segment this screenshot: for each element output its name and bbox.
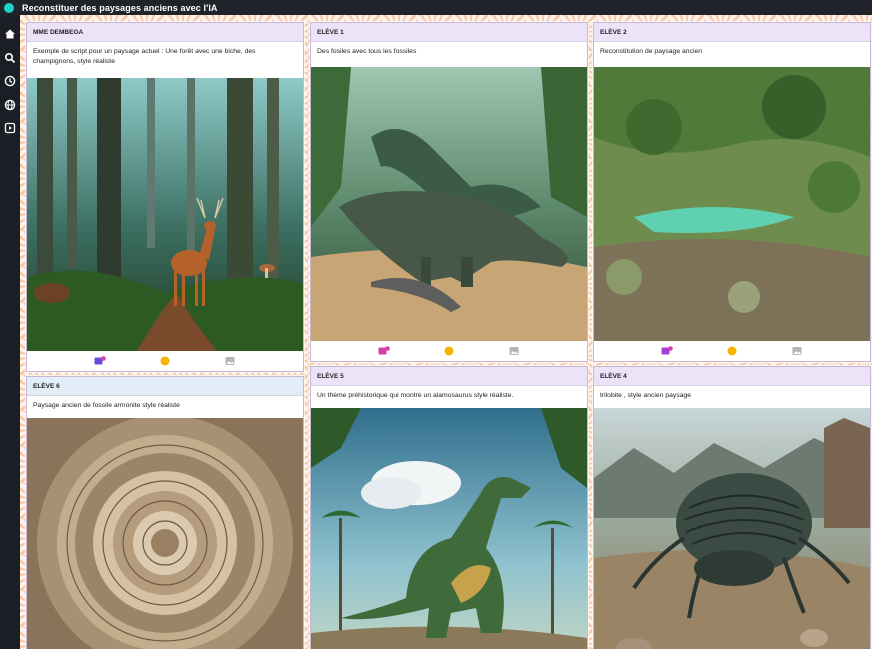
padlet-logo-icon[interactable] <box>4 2 14 13</box>
post-image-ammonite-fossil[interactable] <box>27 418 303 649</box>
top-bar: Reconstituer des paysages anciens avec l… <box>0 0 872 15</box>
play-icon[interactable] <box>4 122 16 134</box>
post-author: ELÈVE 4 <box>594 367 870 386</box>
comment-badge-icon[interactable] <box>94 356 106 366</box>
post-image-dinosaurs[interactable] <box>311 67 587 341</box>
post-text: Reconstitution de paysage ancien <box>600 48 703 55</box>
reaction-icon[interactable] <box>159 356 171 366</box>
post-image-trilobite[interactable] <box>594 408 870 649</box>
post-card[interactable]: ELÈVE 6 Paysage ancien de fossile armoni… <box>26 376 304 649</box>
post-footer <box>311 342 587 360</box>
reaction-icon[interactable] <box>443 346 455 356</box>
post-text: Exemple de script pour un paysage actuel… <box>33 48 256 65</box>
board-canvas: MME DEMBEGA Exemple de script pour un pa… <box>20 15 872 649</box>
reaction-icon[interactable] <box>726 346 738 356</box>
post-card[interactable]: ELÈVE 2 Reconstitution de paysage ancien <box>593 22 871 362</box>
post-author: ELÈVE 2 <box>594 23 870 42</box>
post-author: MME DEMBEGA <box>27 23 303 42</box>
image-icon[interactable] <box>508 346 520 356</box>
post-author: ELÈVE 5 <box>311 367 587 386</box>
post-card[interactable]: MME DEMBEGA Exemple de script pour un pa… <box>26 22 304 372</box>
post-footer <box>27 352 303 370</box>
image-icon[interactable] <box>224 356 236 366</box>
globe-icon[interactable] <box>4 99 16 111</box>
post-card[interactable]: ELÈVE 1 Des fosiles avec tous les fossil… <box>310 22 588 362</box>
clock-icon[interactable] <box>4 75 16 87</box>
post-author: ELÈVE 1 <box>311 23 587 42</box>
left-rail <box>0 15 20 649</box>
post-card[interactable]: ELÈVE 5 Un thème préhistorique qui montr… <box>310 366 588 649</box>
post-footer <box>594 342 870 360</box>
comment-badge-icon[interactable] <box>378 346 390 356</box>
post-image-ancient-landscape[interactable] <box>594 67 870 341</box>
post-image-alamosaurus[interactable] <box>311 408 587 649</box>
post-text: Des fosiles avec tous les fossiles <box>317 48 417 55</box>
post-author: ELÈVE 6 <box>27 377 303 396</box>
comment-badge-icon[interactable] <box>661 346 673 356</box>
post-image-forest[interactable] <box>27 78 303 351</box>
search-icon[interactable] <box>4 52 16 64</box>
board-title: Reconstituer des paysages anciens avec l… <box>22 2 218 13</box>
image-icon[interactable] <box>791 346 803 356</box>
post-card[interactable]: ELÈVE 4 trilobite , style ancien paysage <box>593 366 871 649</box>
home-icon[interactable] <box>4 28 16 40</box>
